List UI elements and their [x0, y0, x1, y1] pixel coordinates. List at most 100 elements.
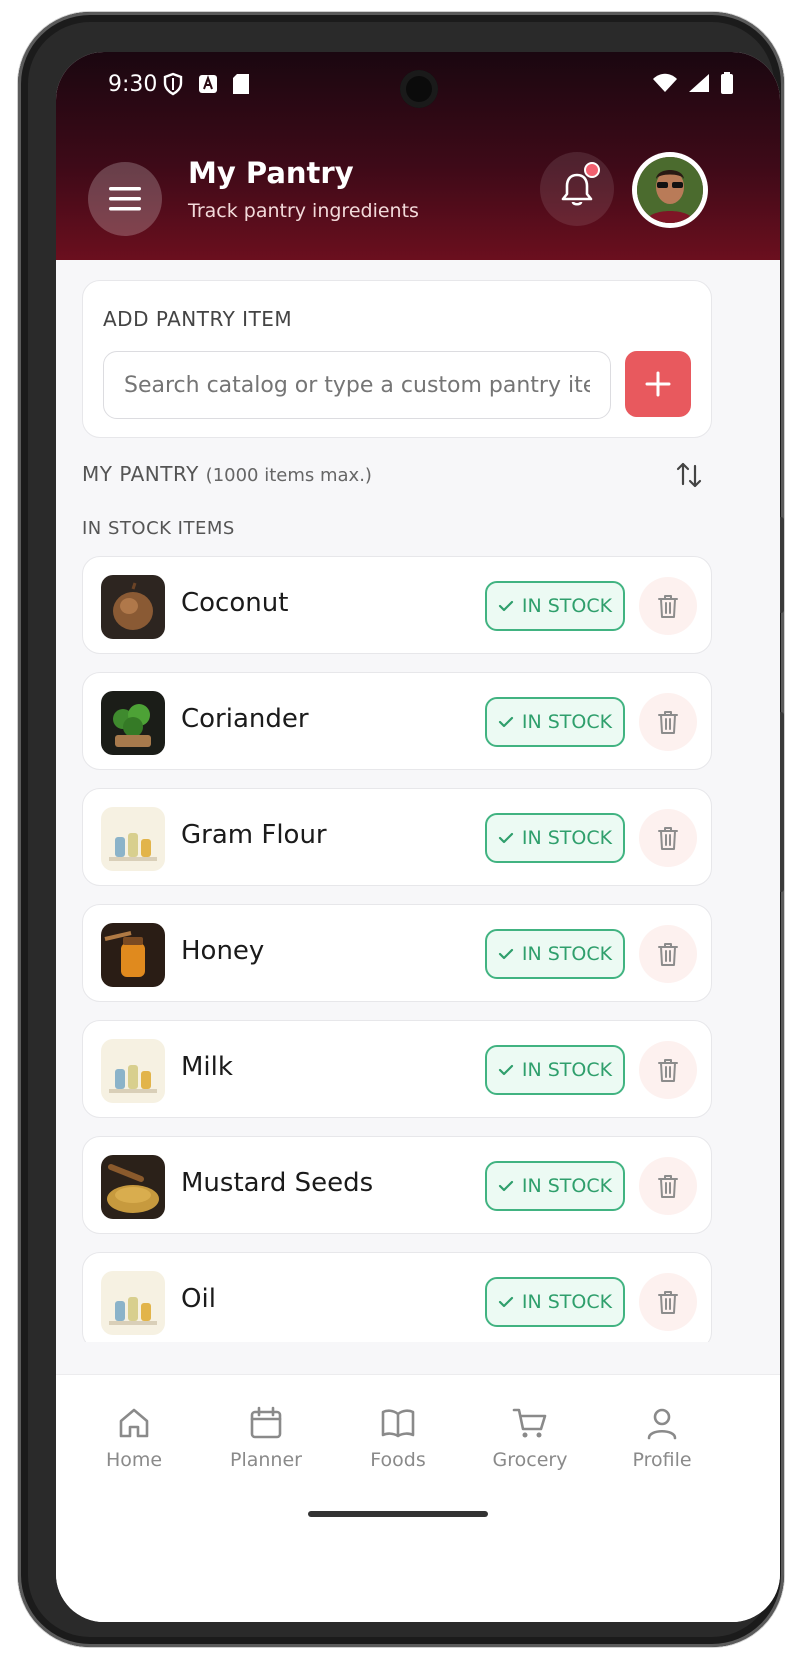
- delete-button[interactable]: [639, 925, 697, 983]
- nav-grocery[interactable]: Grocery: [475, 1405, 585, 1471]
- item-name: Mustard Seeds: [181, 1168, 374, 1198]
- in-stock-badge[interactable]: IN STOCK: [485, 1277, 625, 1327]
- hamburger-icon: [109, 187, 141, 211]
- nav-home[interactable]: Home: [79, 1405, 189, 1471]
- nav-foods-label: Foods: [370, 1449, 426, 1471]
- pantry-item-gram-flour[interactable]: Gram Flour IN STOCK: [82, 788, 712, 886]
- phone-frame: 9:30 My Pantry Track pantry ingredients …: [18, 12, 784, 1647]
- app-screen: 9:30 My Pantry Track pantry ingredients …: [56, 52, 780, 1622]
- notification-dot: [584, 162, 600, 178]
- nav-planner-label: Planner: [230, 1449, 302, 1471]
- page-subtitle: Track pantry ingredients: [188, 200, 419, 222]
- trash-icon: [658, 1291, 678, 1314]
- pantry-list: Coconut IN STOCK Coriander IN STOCK Gram…: [56, 552, 780, 1342]
- item-name: Gram Flour: [181, 820, 327, 850]
- sd-card-icon: [233, 74, 249, 94]
- in-stock-badge[interactable]: IN STOCK: [485, 813, 625, 863]
- nav-foods[interactable]: Foods: [343, 1405, 453, 1471]
- battery-icon: [721, 72, 733, 94]
- pantry-item-honey[interactable]: Honey IN STOCK: [82, 904, 712, 1002]
- pantry-item-milk[interactable]: Milk IN STOCK: [82, 1020, 712, 1118]
- wifi-icon: [653, 73, 677, 92]
- badge-label: IN STOCK: [521, 1175, 613, 1197]
- notifications-button[interactable]: [540, 152, 614, 226]
- sort-icon[interactable]: [674, 460, 704, 490]
- gesture-home-bar[interactable]: [308, 1511, 488, 1517]
- nav-profile-label: Profile: [632, 1449, 692, 1471]
- calendar-icon: [250, 1406, 282, 1439]
- pantry-item-mustard-seeds[interactable]: Mustard Seeds IN STOCK: [82, 1136, 712, 1234]
- avatar-face-icon: [637, 157, 703, 223]
- delete-button[interactable]: [639, 577, 697, 635]
- shield-icon: [163, 72, 183, 96]
- add-pantry-label: ADD PANTRY ITEM: [103, 307, 293, 331]
- add-pantry-card: ADD PANTRY ITEM: [82, 280, 712, 438]
- delete-button[interactable]: [639, 809, 697, 867]
- book-icon: [381, 1409, 415, 1438]
- badge-label: IN STOCK: [521, 827, 613, 849]
- item-name: Milk: [181, 1052, 233, 1082]
- delete-button[interactable]: [639, 1157, 697, 1215]
- in-stock-heading: IN STOCK ITEMS: [82, 518, 235, 539]
- person-icon: [647, 1408, 677, 1440]
- avatar[interactable]: [632, 152, 708, 228]
- add-item-button[interactable]: [625, 351, 691, 417]
- app-header: 9:30 My Pantry Track pantry ingredients: [56, 52, 780, 260]
- nav-profile[interactable]: Profile: [607, 1405, 717, 1471]
- pantry-search-input[interactable]: [103, 351, 611, 419]
- front-camera: [400, 70, 438, 108]
- header-title-block: My Pantry Track pantry ingredients: [188, 156, 419, 222]
- delete-button[interactable]: [639, 1273, 697, 1331]
- check-icon: [498, 1064, 513, 1076]
- delete-button[interactable]: [639, 693, 697, 751]
- coriander-thumb: [101, 691, 165, 755]
- badge-label: IN STOCK: [521, 1291, 613, 1313]
- jars-thumb: [101, 1039, 165, 1103]
- pantry-item-coconut[interactable]: Coconut IN STOCK: [82, 556, 712, 654]
- cart-icon: [512, 1408, 547, 1438]
- item-name: Coriander: [181, 704, 309, 734]
- trash-icon: [658, 827, 678, 850]
- check-icon: [498, 716, 513, 728]
- jars-thumb: [101, 1271, 165, 1335]
- check-icon: [498, 1180, 513, 1192]
- trash-icon: [658, 1059, 678, 1082]
- honey-thumb: [101, 923, 165, 987]
- in-stock-badge[interactable]: IN STOCK: [485, 1161, 625, 1211]
- delete-button[interactable]: [639, 1041, 697, 1099]
- badge-label: IN STOCK: [521, 711, 613, 733]
- pantry-max-note: (1000 items max.): [205, 465, 372, 486]
- pantry-item-coriander[interactable]: Coriander IN STOCK: [82, 672, 712, 770]
- in-stock-badge[interactable]: IN STOCK: [485, 929, 625, 979]
- in-stock-badge[interactable]: IN STOCK: [485, 697, 625, 747]
- nav-planner[interactable]: Planner: [211, 1405, 321, 1471]
- my-pantry-title: MY PANTRY: [82, 462, 199, 486]
- check-icon: [498, 1296, 513, 1308]
- trash-icon: [658, 943, 678, 966]
- home-icon: [119, 1408, 149, 1438]
- my-pantry-heading: MY PANTRY (1000 items max.): [82, 462, 372, 486]
- menu-button[interactable]: [88, 162, 162, 236]
- plus-icon: [645, 371, 671, 397]
- badge-label: IN STOCK: [521, 595, 613, 617]
- status-time: 9:30: [108, 72, 158, 97]
- trash-icon: [658, 1175, 678, 1198]
- pantry-item-oil[interactable]: Oil IN STOCK: [82, 1252, 712, 1342]
- trash-icon: [658, 711, 678, 734]
- badge-label: IN STOCK: [521, 1059, 613, 1081]
- trash-icon: [658, 595, 678, 618]
- status-bar: 9:30: [56, 52, 780, 124]
- bottom-nav: Home Planner Foods Grocery Profile: [56, 1374, 780, 1622]
- in-stock-badge[interactable]: IN STOCK: [485, 1045, 625, 1095]
- signal-icon: [689, 74, 709, 92]
- avatar-photo: [637, 157, 703, 223]
- badge-label: IN STOCK: [521, 943, 613, 965]
- coconut-thumb: [101, 575, 165, 639]
- check-icon: [498, 600, 513, 612]
- in-stock-badge[interactable]: IN STOCK: [485, 581, 625, 631]
- item-name: Honey: [181, 936, 265, 966]
- mustard-thumb: [101, 1155, 165, 1219]
- a-notification-icon: [199, 75, 217, 93]
- check-icon: [498, 832, 513, 844]
- item-name: Coconut: [181, 588, 289, 618]
